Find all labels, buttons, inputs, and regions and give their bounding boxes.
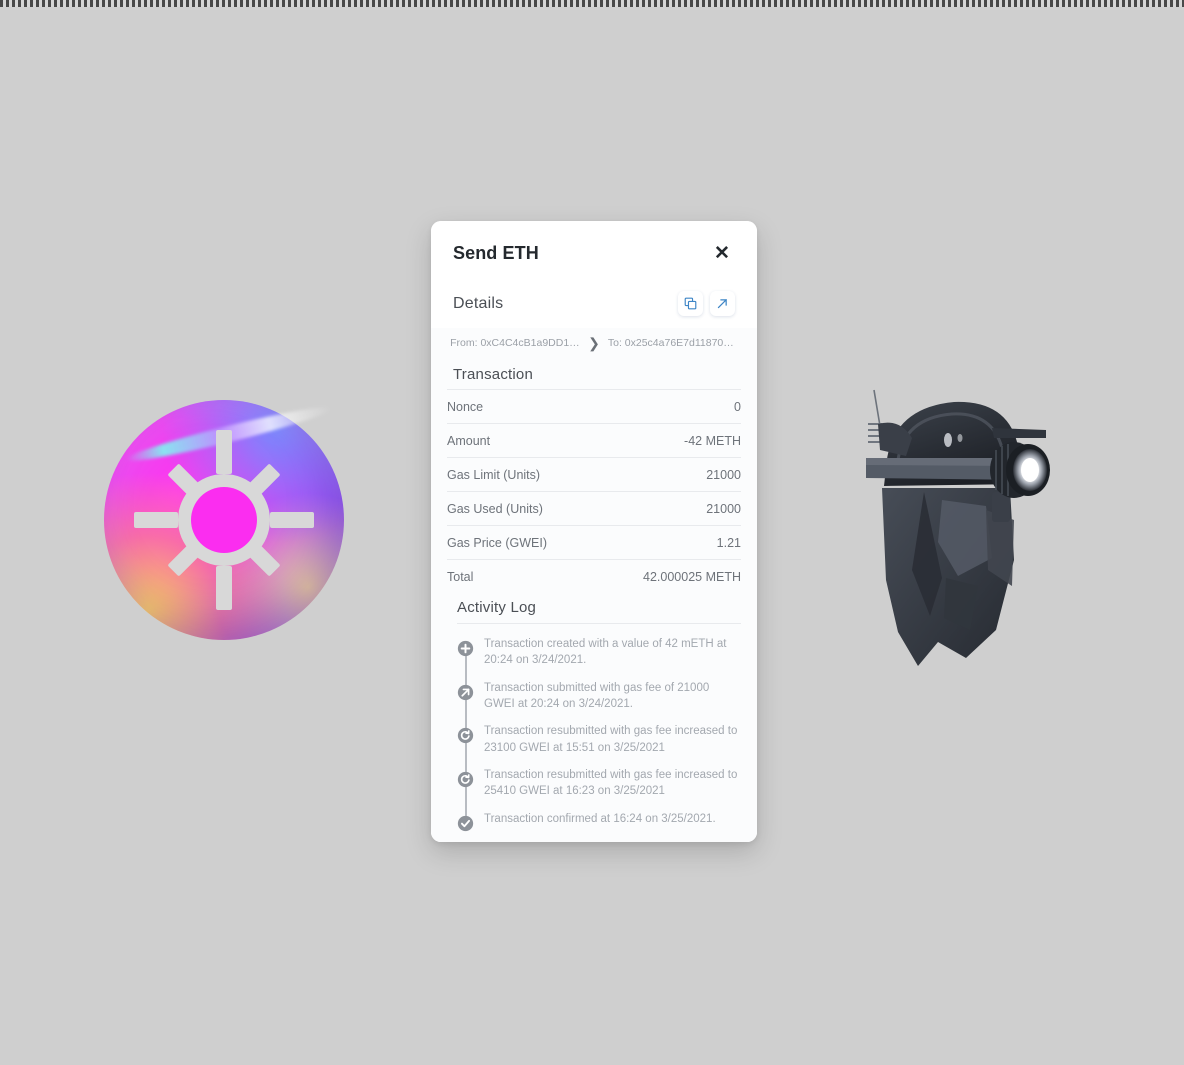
list-item: Transaction resubmitted with gas fee inc…	[457, 717, 741, 761]
arrow-up-right-circle-icon	[457, 684, 474, 701]
activity-entry-text: Transaction resubmitted with gas fee inc…	[484, 768, 738, 798]
list-item: Transaction resubmitted with gas fee inc…	[457, 761, 741, 805]
list-item: Transaction confirmed at 16:24 on 3/25/2…	[457, 805, 741, 839]
table-row: Gas Used (Units) 21000	[447, 491, 741, 525]
table-row: Gas Limit (Units) 21000	[447, 457, 741, 491]
check-circle-icon	[457, 815, 474, 832]
activity-timeline: Transaction created with a value of 42 m…	[457, 630, 741, 839]
transaction-details-modal: Send ETH ✕ Details From: 0xC4C4cB1a9DD13…	[431, 221, 757, 842]
list-item: Transaction submitted with gas fee of 21…	[457, 674, 741, 718]
transaction-heading: Transaction	[453, 366, 534, 383]
address-row: From: 0xC4C4cB1a9DD13... ❯ To: 0x25c4a76…	[431, 328, 757, 360]
details-header: Details	[431, 285, 757, 328]
activity-entry-text: Transaction confirmed at 16:24 on 3/25/2…	[484, 812, 716, 825]
page-title: Send ETH	[453, 242, 539, 263]
external-link-icon[interactable]	[710, 291, 735, 316]
close-icon[interactable]: ✕	[709, 240, 735, 266]
row-value: 0	[734, 399, 741, 414]
from-address[interactable]: From: 0xC4C4cB1a9DD13...	[450, 337, 580, 349]
row-label: Gas Limit (Units)	[447, 467, 541, 482]
row-label: Gas Price (GWEI)	[447, 535, 548, 550]
details-heading: Details	[453, 294, 504, 312]
row-label: Nonce	[447, 399, 484, 414]
row-value: 21000	[706, 501, 741, 516]
window-top-strip	[0, 0, 1184, 10]
list-item: Transaction created with a value of 42 m…	[457, 630, 741, 674]
sun-glyph-icon	[134, 430, 314, 610]
table-row: Total 42.000025 METH	[447, 559, 741, 593]
table-row: Gas Price (GWEI) 1.21	[447, 525, 741, 559]
table-row: Nonce 0	[447, 389, 741, 423]
row-value: -42 METH	[684, 433, 741, 448]
transaction-table: Nonce 0 Amount -42 METH Gas Limit (Units…	[431, 389, 757, 593]
row-label: Total	[447, 569, 474, 584]
plus-circle-icon	[457, 640, 474, 657]
details-action-buttons	[678, 291, 735, 316]
retry-circle-icon	[457, 727, 474, 744]
to-address[interactable]: To: 0x25c4a76E7d118705e...	[608, 337, 738, 349]
row-value: 1.21	[716, 535, 741, 550]
modal-header: Send ETH ✕	[431, 221, 757, 285]
dark-helmet-with-headlamp	[846, 380, 1076, 670]
row-value: 42.000025 METH	[643, 569, 741, 584]
copy-icon[interactable]	[678, 291, 703, 316]
chevron-right-icon: ❯	[588, 335, 600, 351]
table-row: Amount -42 METH	[447, 423, 741, 457]
activity-entry-text: Transaction created with a value of 42 m…	[484, 638, 727, 667]
modal-body: Details From: 0xC4C4cB1a9DD13... ❯ To: 0…	[431, 285, 757, 842]
activity-log-section: Activity Log Transaction created with a …	[431, 599, 757, 842]
gradient-orb-sun-logo	[104, 400, 344, 640]
row-value: 21000	[706, 467, 741, 482]
row-label: Gas Used (Units)	[447, 501, 543, 516]
helmet-illustration	[866, 389, 1050, 666]
row-label: Amount	[447, 433, 491, 448]
activity-entry-text: Transaction resubmitted with gas fee inc…	[484, 725, 738, 754]
activity-log-heading: Activity Log	[457, 599, 741, 624]
retry-circle-icon	[457, 771, 474, 788]
activity-entry-text: Transaction submitted with gas fee of 21…	[484, 681, 710, 710]
